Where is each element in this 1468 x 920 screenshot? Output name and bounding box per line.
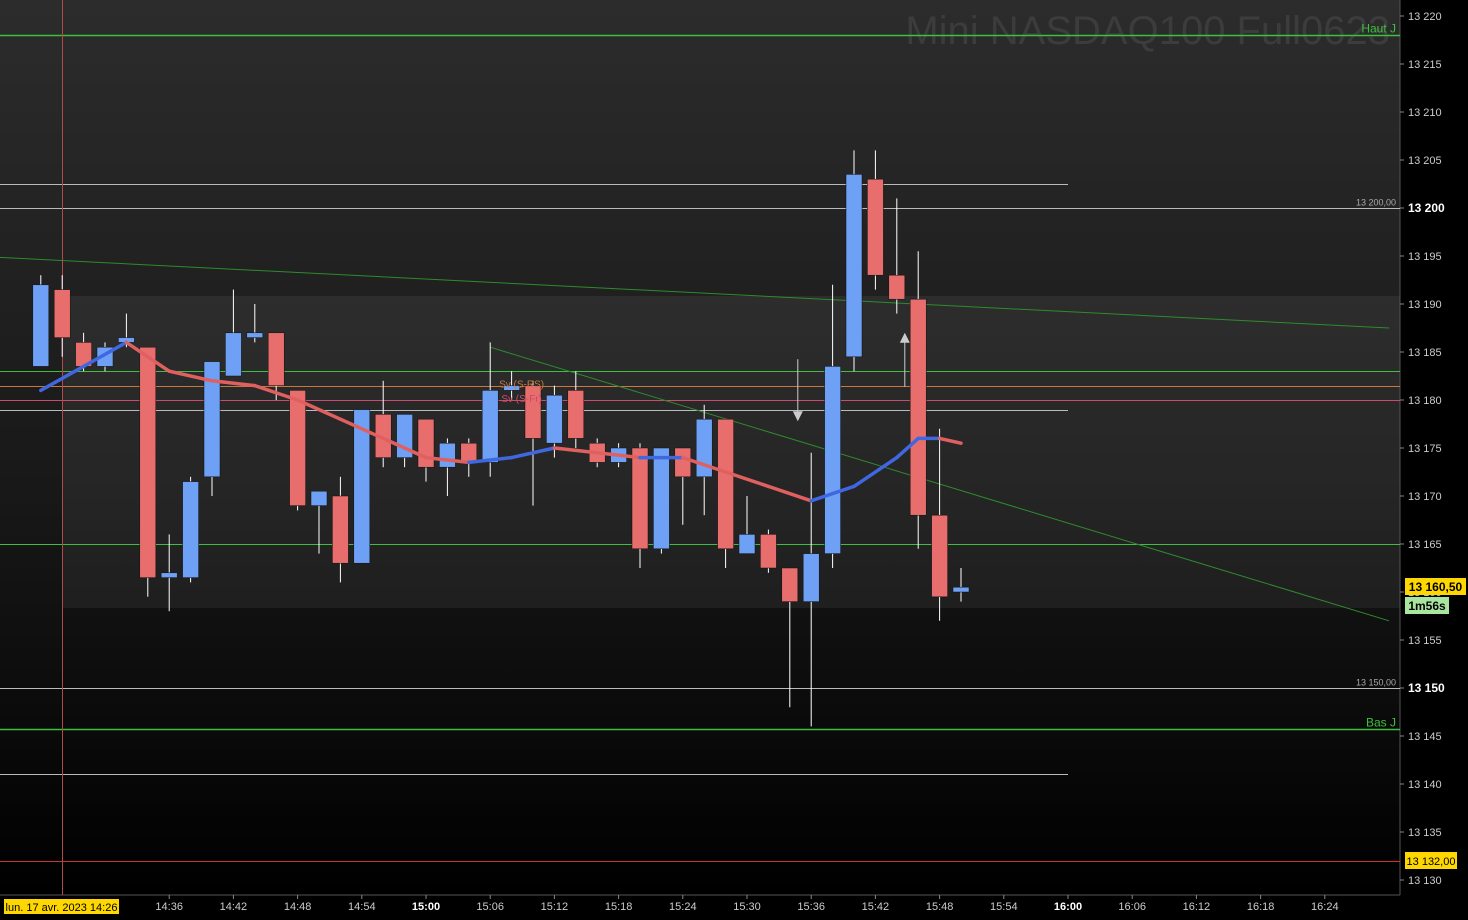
price-tick-label: 13 185 (1408, 347, 1442, 359)
time-tick-label: 15:54 (990, 901, 1018, 913)
candle-body (631, 447, 649, 550)
candle-body (267, 332, 285, 386)
candle-body (845, 174, 863, 358)
time-tick-label: 16:24 (1311, 901, 1339, 913)
candle-body (738, 534, 756, 554)
candle-body (481, 390, 499, 463)
candle-body (717, 418, 734, 550)
candle-body (674, 447, 692, 478)
candle-body (417, 418, 435, 468)
candle-1532 (760, 529, 777, 573)
order-label: Sv (S-RS) (499, 380, 544, 391)
price-tick-label: 13 155 (1408, 635, 1442, 647)
candle-body (160, 572, 178, 578)
candle-body (289, 390, 306, 506)
price-tick-label: 13 165 (1408, 539, 1442, 551)
time-tick-label: 15:18 (605, 901, 633, 913)
candle-body (246, 332, 264, 338)
candle-body (567, 390, 585, 439)
price-tick-label: 13 210 (1408, 107, 1442, 119)
time-tick-label: 15:48 (926, 901, 954, 913)
candle-1522 (653, 447, 670, 554)
countdown-badge: 1m56s (1405, 597, 1449, 614)
price-tick-label: 13 200 (1408, 201, 1445, 215)
time-tick-label: 14:48 (284, 901, 312, 913)
candle-body (439, 442, 456, 468)
chart-root[interactable]: Mini NASDAQ100 Full0623 Haut J 13 200,00 1… (0, 0, 1468, 920)
candle-body (824, 366, 841, 554)
price-tick-label: 13 175 (1408, 443, 1442, 455)
candle-1424 (32, 275, 50, 367)
candle-body (225, 332, 242, 377)
time-tick-label: 16:18 (1247, 901, 1275, 913)
countdown-label: 1m56s (1408, 599, 1446, 613)
candle-body (460, 442, 478, 463)
candle-body (53, 289, 71, 338)
time-tick-label: 16:06 (1118, 901, 1146, 913)
time-tick-label: 16:12 (1183, 901, 1211, 913)
time-tick-label: 15:06 (476, 901, 504, 913)
candle-body (781, 567, 799, 602)
candle-body (546, 394, 563, 444)
candle-body (760, 534, 777, 569)
time-tick-label: 14:42 (220, 901, 248, 913)
price-tick-label: 13 170 (1408, 491, 1442, 503)
price-tick-label: 13 140 (1408, 779, 1442, 791)
candle-body (888, 274, 906, 300)
candle-body (139, 346, 157, 578)
alert-price-badge: 13 132,00 (1405, 852, 1457, 869)
time-tick-label: 15:00 (412, 901, 440, 913)
instrument-title: Mini NASDAQ100 Full0623 (905, 9, 1390, 53)
candle-body (332, 495, 349, 564)
candle-body (182, 481, 199, 578)
current-price-badge: 13 160,50 (1405, 578, 1466, 595)
cursor-date-badge: lun. 17 avr. 2023 14:26 (4, 899, 119, 914)
current-price-label: 13 160,50 (1409, 580, 1463, 594)
alert-price-label: 13 132,00 (1407, 856, 1456, 868)
time-tick-label: 15:30 (733, 901, 761, 913)
candle-1540 (845, 150, 863, 372)
price-tick-label: 13 190 (1408, 299, 1442, 311)
candle-body (952, 586, 970, 593)
price-tick-label: 13 145 (1408, 731, 1442, 743)
candle-body (32, 284, 50, 367)
candle-body (867, 178, 884, 276)
candle-body (931, 514, 948, 598)
haut-j-label: Haut J (1361, 22, 1396, 36)
time-tick-label: 15:36 (797, 901, 825, 913)
time-tick-label: 15:42 (862, 901, 890, 913)
price-tick-label: 13 130 (1408, 875, 1442, 887)
order-label: Sv (S-Fr) (501, 394, 542, 405)
candle-body (310, 490, 328, 506)
bas-j-label: Bas J (1366, 716, 1396, 730)
candle-body (909, 298, 927, 516)
time-tick-label: 14:54 (348, 901, 376, 913)
candle-body (802, 553, 820, 602)
time-tick-label: 15:24 (669, 901, 697, 913)
price-tick-label: 13 195 (1408, 251, 1442, 263)
candle-1434 (139, 346, 157, 597)
price-tick-label: 13 205 (1408, 155, 1442, 167)
price-tick-label: 13 180 (1408, 395, 1442, 407)
candle-1448 (289, 390, 306, 511)
level-13200-label: 13 200,00 (1356, 198, 1396, 208)
time-tick-label: 16:00 (1054, 901, 1082, 913)
candle-1438 (182, 476, 199, 583)
price-tick-label: 13 135 (1408, 827, 1442, 839)
candle-1528 (717, 418, 734, 568)
time-tick-label: 15:12 (541, 901, 569, 913)
level-13150-label: 13 150,00 (1356, 678, 1396, 688)
price-tick-label: 13 220 (1408, 11, 1442, 23)
candle-body (653, 447, 670, 550)
price-tick-label: 13 150 (1408, 681, 1445, 695)
time-tick-label: 14:36 (155, 901, 183, 913)
price-tick-label: 13 215 (1408, 59, 1442, 71)
cursor-date-label: lun. 17 avr. 2023 14:26 (6, 902, 118, 914)
